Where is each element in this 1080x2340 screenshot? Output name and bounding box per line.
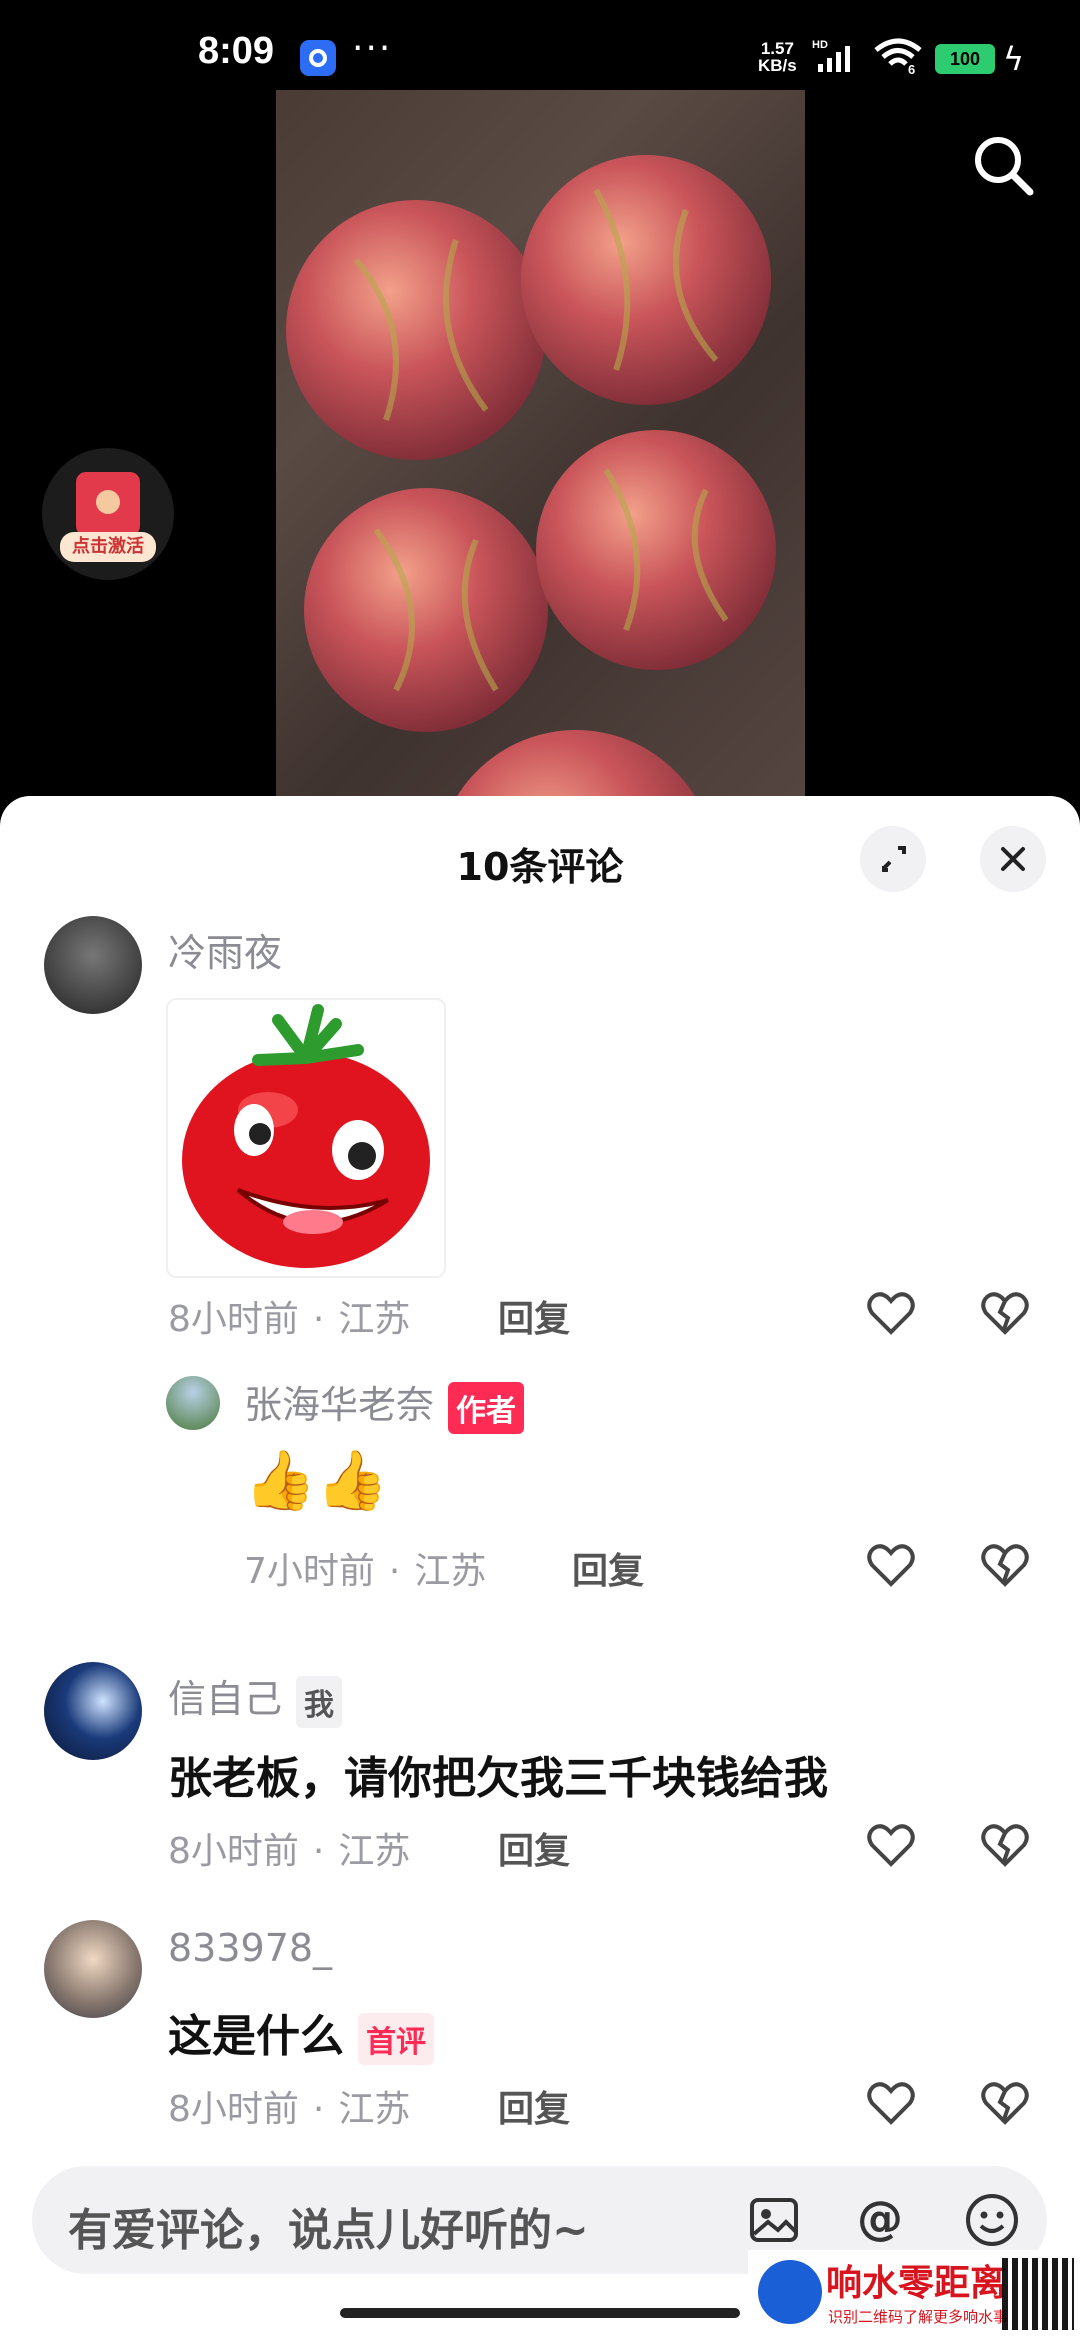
- comment-username[interactable]: 冷雨夜: [168, 922, 282, 977]
- speed-value: 1.57: [760, 39, 794, 58]
- meta-separator: ·: [312, 1831, 325, 1872]
- wifi-icon: 6: [874, 38, 922, 76]
- more-notifications-icon: ···: [352, 28, 393, 69]
- close-button[interactable]: [980, 826, 1046, 892]
- watermark-title: 响水零距离: [826, 2262, 1007, 2304]
- avatar[interactable]: [44, 1662, 142, 1760]
- signal-icon: HD: [812, 39, 850, 72]
- comment-time: 8小时前: [168, 1831, 299, 1872]
- status-bar: 8:09 ··· 1.57 KB/s HD 6 100 ϟ: [0, 0, 1080, 90]
- image-icon[interactable]: [744, 2190, 804, 2250]
- avatar[interactable]: [44, 1920, 142, 2018]
- meta-separator: ·: [312, 1299, 325, 1340]
- reply-username[interactable]: 张海华老奈: [244, 1383, 434, 1427]
- speed-unit: KB/s: [758, 56, 797, 75]
- watermark-subtitle: 识别二维码了解更多响水事: [828, 2308, 1009, 2326]
- reply-button[interactable]: 回复: [498, 2080, 570, 2132]
- qr-code-icon: [1002, 2258, 1074, 2330]
- comment-meta: 8小时前 · 江苏: [168, 1290, 410, 1342]
- reply-button[interactable]: 回复: [498, 1290, 570, 1342]
- activate-reward-button[interactable]: 点击激活: [42, 448, 174, 580]
- expand-icon: [882, 846, 906, 872]
- comment-text: 这是什么 首评: [168, 2000, 434, 2065]
- comment-location: 江苏: [338, 2089, 411, 2130]
- mention-icon[interactable]: @: [850, 2190, 910, 2250]
- app-notification-icon: [300, 40, 336, 76]
- reply-button[interactable]: 回复: [572, 1542, 644, 1594]
- svg-text:HD: HD: [812, 39, 828, 51]
- close-icon: [1001, 847, 1025, 871]
- tomato-sticker[interactable]: [166, 998, 446, 1278]
- meta-separator: ·: [312, 2089, 325, 2130]
- meta-separator: ·: [388, 1551, 401, 1592]
- comment-username[interactable]: 信自己我: [168, 1668, 343, 1728]
- tomato-sticker-image: [182, 1004, 430, 1268]
- like-heart-icon[interactable]: [864, 1538, 918, 1592]
- comment-text: 👍👍: [244, 1446, 389, 1514]
- tomatoes-photo: [276, 90, 805, 810]
- author-badge: 作者: [448, 1381, 525, 1434]
- comment-text: 张老板，请你把欠我三千块钱给我: [168, 1753, 828, 1804]
- emoji-icon[interactable]: [962, 2190, 1022, 2250]
- comment-text-body: 这是什么: [168, 2011, 344, 2062]
- svg-text:@: @: [857, 2191, 903, 2245]
- comment-time: 7小时前: [244, 1551, 375, 1592]
- dislike-heart-icon[interactable]: [978, 1538, 1032, 1592]
- comment-location: 江苏: [338, 1831, 411, 1872]
- comment-location: 江苏: [338, 1299, 411, 1340]
- expand-button[interactable]: [860, 826, 926, 892]
- red-envelope-icon: [76, 472, 140, 536]
- avatar[interactable]: [166, 1376, 220, 1430]
- charging-icon: ϟ: [1003, 40, 1025, 78]
- comment-sheet: 10条评论 冷雨夜 8小时前 · 江苏 回复 张海华老奈 作者 👍👍 7小时前 …: [0, 796, 1080, 2340]
- video-player[interactable]: 点击激活: [0, 90, 1080, 810]
- comment-time: 8小时前: [168, 1299, 299, 1340]
- search-icon[interactable]: [968, 130, 1038, 200]
- network-speed: 1.57 KB/s: [758, 40, 797, 74]
- battery-indicator: 100: [935, 44, 995, 74]
- comment-input-placeholder[interactable]: 有爱评论，说点儿好听的~: [68, 2194, 589, 2258]
- clock: 8:09: [198, 30, 275, 72]
- like-heart-icon[interactable]: [864, 1286, 918, 1340]
- tomatoes-illustration: [286, 155, 776, 810]
- comment-username[interactable]: 张海华老奈 作者: [244, 1374, 525, 1434]
- home-indicator[interactable]: [340, 2308, 740, 2318]
- comment-username[interactable]: 833978_: [168, 1926, 332, 1970]
- reply-button[interactable]: 回复: [498, 1822, 570, 1874]
- first-comment-badge: 首评: [358, 2013, 434, 2065]
- avatar[interactable]: [44, 916, 142, 1014]
- dislike-heart-icon[interactable]: [978, 1818, 1032, 1872]
- me-badge: 我: [296, 1675, 343, 1728]
- svg-text:6: 6: [908, 62, 915, 76]
- watermark: 响水零距离 识别二维码了解更多响水事: [748, 2250, 1080, 2340]
- activate-label: 点击激活: [60, 532, 156, 562]
- comment-username-text[interactable]: 信自己: [168, 1677, 282, 1721]
- comment-time: 8小时前: [168, 2089, 299, 2130]
- watermark-logo-icon: [758, 2260, 822, 2324]
- comment-location: 江苏: [414, 1551, 487, 1592]
- comment-meta: 8小时前 · 江苏: [168, 2080, 410, 2132]
- like-heart-icon[interactable]: [864, 1818, 918, 1872]
- dislike-heart-icon[interactable]: [978, 2076, 1032, 2130]
- comment-meta: 7小时前 · 江苏: [244, 1542, 486, 1594]
- dislike-heart-icon[interactable]: [978, 1286, 1032, 1340]
- like-heart-icon[interactable]: [864, 2076, 918, 2130]
- comment-meta: 8小时前 · 江苏: [168, 1822, 410, 1874]
